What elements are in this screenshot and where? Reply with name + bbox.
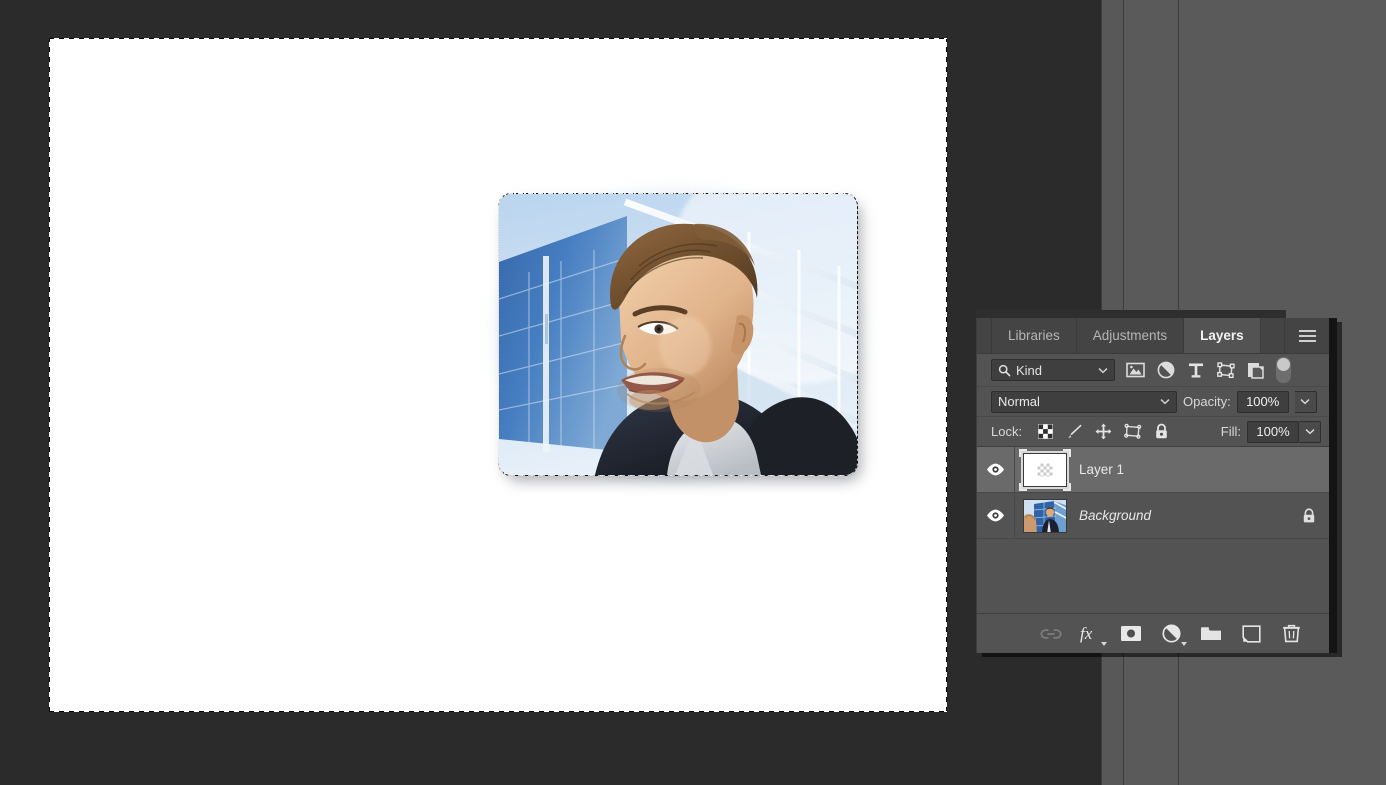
- link-layers-button[interactable]: [1038, 621, 1064, 647]
- document-canvas[interactable]: [49, 38, 947, 712]
- chevron-down-icon: [1098, 367, 1108, 374]
- add-layer-mask-button[interactable]: [1118, 621, 1144, 647]
- layer-locked-indicator: [1289, 507, 1329, 524]
- chevron-down-icon: [1304, 429, 1315, 435]
- caret-down-icon: [1181, 641, 1187, 646]
- lock-image-pixels-icon[interactable]: [1061, 420, 1088, 444]
- lock-label: Lock:: [991, 424, 1023, 439]
- tab-row-spacer: [1261, 318, 1285, 353]
- delete-layer-button[interactable]: [1278, 621, 1304, 647]
- tab-libraries[interactable]: Libraries: [991, 318, 1077, 353]
- man-building-photo: [499, 194, 857, 475]
- layer-visibility-toggle[interactable]: [977, 447, 1015, 492]
- lock-artboard-nesting-icon[interactable]: [1119, 420, 1146, 444]
- panel-tab-row: Libraries Adjustments Layers: [977, 318, 1329, 354]
- opacity-stepper[interactable]: [1294, 390, 1317, 413]
- tab-adjustments[interactable]: Adjustments: [1077, 318, 1185, 353]
- filter-icon-group: [1121, 358, 1270, 382]
- new-fill-adjustment-button[interactable]: [1158, 621, 1187, 647]
- table-row[interactable]: Layer 1: [977, 447, 1329, 493]
- eye-icon: [987, 509, 1004, 522]
- layer-list-empty-space: [977, 539, 1329, 565]
- fill-stepper[interactable]: [1299, 420, 1321, 443]
- new-group-button[interactable]: [1198, 621, 1224, 647]
- tab-libraries-label: Libraries: [1008, 328, 1060, 343]
- opacity-label: Opacity:: [1183, 394, 1231, 409]
- layer-mask-icon: [1121, 626, 1141, 641]
- lock-icon: [1303, 507, 1315, 522]
- layer-filter-row: Kind: [977, 354, 1329, 386]
- caret-down-icon: [1101, 641, 1107, 646]
- layer-name-label[interactable]: Layer 1: [1075, 462, 1289, 477]
- fx-icon: fx: [1080, 624, 1093, 643]
- layer-style-button[interactable]: fx: [1078, 621, 1107, 647]
- filter-kind-select[interactable]: Kind: [991, 359, 1115, 381]
- filter-shape-layers-icon[interactable]: [1211, 358, 1240, 382]
- trash-icon: [1282, 624, 1300, 643]
- transparency-checker: [1037, 463, 1053, 476]
- lock-all-icon[interactable]: [1148, 420, 1175, 444]
- fill-input[interactable]: 100%: [1247, 420, 1299, 443]
- filter-smart-object-icon[interactable]: [1241, 358, 1270, 382]
- filter-adjustment-layers-icon[interactable]: [1151, 358, 1180, 382]
- search-icon: [998, 364, 1011, 377]
- lock-position-icon[interactable]: [1090, 420, 1117, 444]
- layer-thumbnail-transparent: [1023, 452, 1067, 487]
- blend-mode-row: Normal Opacity: 100%: [977, 386, 1329, 416]
- filter-pixel-layers-icon[interactable]: [1121, 358, 1150, 382]
- layer-thumbnail-photo: [1023, 498, 1067, 533]
- new-layer-button[interactable]: [1238, 621, 1264, 647]
- folder-icon: [1201, 627, 1221, 640]
- lock-transparent-pixels-icon[interactable]: [1032, 420, 1059, 444]
- lock-row: Lock: Fill: 100%: [977, 416, 1329, 446]
- filter-type-layers-icon[interactable]: [1181, 358, 1210, 382]
- table-row[interactable]: Background: [977, 493, 1329, 539]
- floating-pasted-selection[interactable]: [485, 180, 871, 489]
- layer-visibility-toggle[interactable]: [977, 493, 1015, 538]
- new-layer-icon: [1241, 624, 1261, 643]
- tab-layers-label: Layers: [1200, 328, 1244, 343]
- layers-panel-footer: fx: [977, 613, 1329, 653]
- half-circle-icon: [1161, 624, 1181, 643]
- filter-enable-toggle[interactable]: [1276, 357, 1291, 383]
- eye-icon: [987, 463, 1004, 476]
- hamburger-menu-icon: [1298, 329, 1316, 342]
- tab-layers[interactable]: Layers: [1184, 318, 1261, 353]
- blend-mode-value: Normal: [998, 394, 1040, 409]
- lock-icon-group: [1032, 420, 1175, 444]
- filter-kind-label: Kind: [1016, 362, 1043, 378]
- photoshop-workspace: Libraries Adjustments Layers Kind Normal…: [0, 0, 1386, 785]
- panel-menu-button[interactable]: [1285, 318, 1329, 353]
- tab-adjustments-label: Adjustments: [1092, 328, 1168, 343]
- selection-image: [499, 194, 857, 475]
- layer-name-label[interactable]: Background: [1075, 508, 1289, 523]
- layer-thumbnail-cell[interactable]: [1015, 448, 1075, 491]
- opacity-input[interactable]: 100%: [1236, 390, 1289, 413]
- panel-right-edge: [1329, 318, 1337, 653]
- svg-text:fx: fx: [1080, 624, 1093, 643]
- chevron-down-icon: [1300, 399, 1310, 405]
- layers-panel: Libraries Adjustments Layers Kind Normal…: [976, 318, 1329, 653]
- blend-mode-select[interactable]: Normal: [991, 390, 1177, 413]
- fill-label: Fill:: [1220, 424, 1241, 439]
- layer-thumbnail-cell[interactable]: [1015, 498, 1075, 533]
- link-icon: [1040, 628, 1062, 639]
- layer-list: Layer 1 Background: [977, 446, 1329, 613]
- background-photo-thumbnail: [1024, 499, 1066, 532]
- chevron-down-icon: [1160, 398, 1170, 405]
